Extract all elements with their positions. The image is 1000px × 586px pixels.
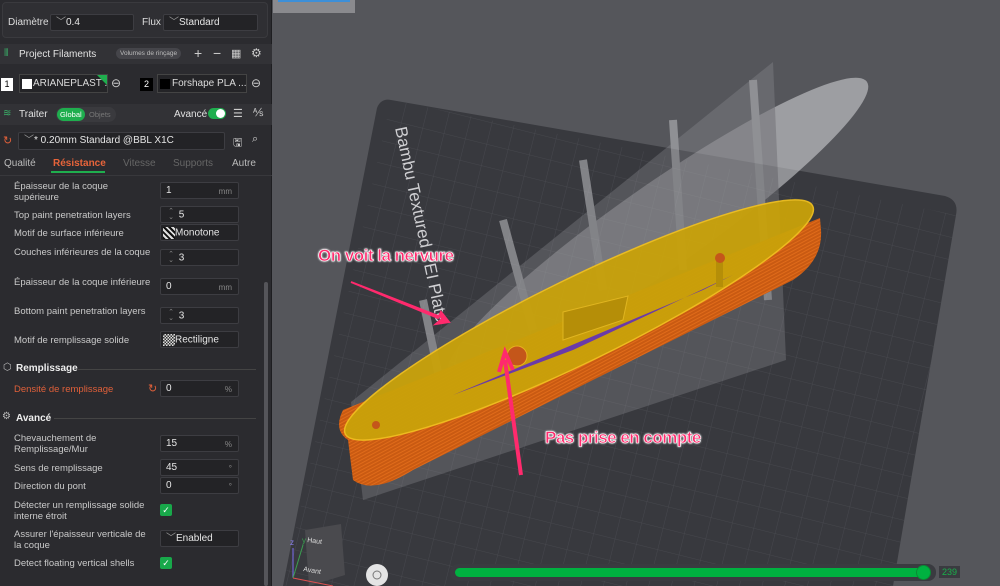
filament-item-1[interactable]: ARIANEPLAST ... [19,74,108,93]
setting-label: Épaisseur de la coque inférieure [14,277,151,288]
setting-label: Detect floating vertical shells [14,558,135,569]
filament-item-2[interactable]: Forshape PLA ... [157,74,247,93]
active-tab-underline [51,171,105,173]
tab-supports[interactable]: Supports [173,158,213,169]
flow-select[interactable]: ﹀Standard [163,14,258,31]
pattern-icon [163,334,175,346]
flush-volumes-button[interactable]: Volumes de rinçage [116,48,182,59]
infill-density-label: Densité de remplissage [14,384,114,395]
layer-slider[interactable] [450,564,936,581]
tab-autre[interactable]: Autre [232,158,256,169]
filament-color-swatch [22,79,32,89]
scene: Bambu Textured PEI Plate z y Haut Avant [283,62,957,586]
infill-icon: ⬡ [3,362,12,373]
reset-icon[interactable]: ↻ [148,382,157,395]
view-cube [305,524,345,586]
list-icon[interactable]: ☰ [233,107,243,120]
process-title: Traiter [19,109,48,120]
infill-wall-overlap-input[interactable]: 15% [160,435,239,452]
gear-icon[interactable]: ⚙ [251,46,262,60]
filament-options-icon[interactable]: ⊖ [111,76,121,90]
top-shell-thickness-input[interactable]: 1 mm [160,182,239,199]
tab-vitesse[interactable]: Vitesse [123,158,156,169]
detect-narrow-solid-infill-checkbox[interactable]: ✓ [160,504,172,516]
panel-scrollbar[interactable] [264,282,268,586]
solid-infill-pattern-select[interactable]: Rectiligne [160,331,239,348]
gears-icon: ⚙ [2,411,11,422]
svg-text:y: y [302,536,306,545]
setting-label: Épaisseur de la coque supérieure [14,181,109,203]
diameter-select[interactable]: ﹀0.4 [50,14,134,31]
settings-panel: Diamètre ﹀0.4 Flux ﹀Standard ⦀ Project F… [0,0,272,586]
advanced-label: Avancé [174,109,208,120]
svg-text:z: z [290,538,294,547]
bottom-paint-layers-stepper[interactable]: ⌃ ⌄ 3 [160,307,239,324]
setting-label: Sens de remplissage [14,463,103,474]
layer-slider-fill [455,568,929,577]
toggle-global[interactable]: Global [57,108,85,121]
layer-value: 239 [939,566,961,578]
compare-icon[interactable]: ⅍ [253,107,263,119]
ensure-vertical-shell-select[interactable]: ﹀Enabled [160,530,239,547]
setting-label: Direction du pont [14,481,86,492]
annotation-text-1: On voit la nervure [318,246,455,266]
filament-options-icon[interactable]: ⊖ [251,76,261,90]
camera-reset-button [366,564,388,586]
bridge-direction-input[interactable]: 0 ° [160,477,239,494]
global-objects-toggle[interactable]: Global Objets [56,107,116,122]
infill-density-input[interactable]: 0% [160,380,239,397]
reset-icon[interactable]: ↻ [3,134,12,147]
save-icon[interactable]: 🖫 [233,134,242,153]
setting-label: Motif de remplissage solide [14,335,130,346]
preset-select[interactable]: ﹀* 0.20mm Standard @BBL X1C [18,132,225,150]
setting-label: Détecter un remplissage solide interne é… [14,500,145,522]
filament-name: Forshape PLA ... [172,78,247,89]
search-icon[interactable]: ⌕ [252,133,258,146]
filament-index-1: 1 [1,78,13,91]
advanced-section-title: Avancé [16,413,52,424]
diameter-label: Diamètre [8,17,49,28]
remove-filament-button[interactable]: − [213,45,221,61]
bottom-surface-pattern-select[interactable]: Monotone [160,224,239,241]
setting-label: Couches inférieures de la coque [14,247,151,258]
tab-resistance[interactable]: Résistance [53,158,106,169]
pattern-icon [163,227,175,239]
filaments-title: Project Filaments [19,49,97,60]
3d-viewport[interactable]: Bambu Textured PEI Plate z y Haut Avant … [273,0,1000,586]
bottom-shell-layers-stepper[interactable]: ⌃ ⌄ 3 [160,249,239,266]
flow-label: Flux [142,17,161,28]
tab-qualite[interactable]: Qualité [4,158,36,169]
advanced-toggle[interactable] [208,108,226,119]
annotation-text-2: Pas prise en compte [545,428,702,448]
bottom-shell-thickness-input[interactable]: 0 mm [160,278,239,295]
filament-index-2: 2 [140,78,153,91]
infill-direction-input[interactable]: 45 ° [160,459,239,476]
filament-color-swatch [160,79,170,89]
setting-label: Chevauchement de Remplissage/Mur [14,433,97,455]
layer-slider-handle[interactable] [916,565,931,580]
toggle-objects[interactable]: Objets [89,108,111,121]
top-paint-layers-stepper[interactable]: ⌃ ⌄ 5 [160,206,239,223]
filament-sync-icon[interactable]: ▦ [231,47,241,60]
setting-label: Top paint penetration layers [14,210,131,221]
infill-section-title: Remplissage [16,363,78,374]
setting-label: Assurer l'épaisseur verticale de la coqu… [14,529,146,551]
layers-icon: ≋ [3,108,12,119]
selected-corner [97,75,107,85]
add-filament-button[interactable]: + [194,45,202,61]
detect-floating-shells-checkbox[interactable]: ✓ [160,557,172,569]
setting-label: Motif de surface inférieure [14,228,124,239]
setting-label: Bottom paint penetration layers [14,306,146,317]
filament-icon: ⦀ [4,48,9,59]
